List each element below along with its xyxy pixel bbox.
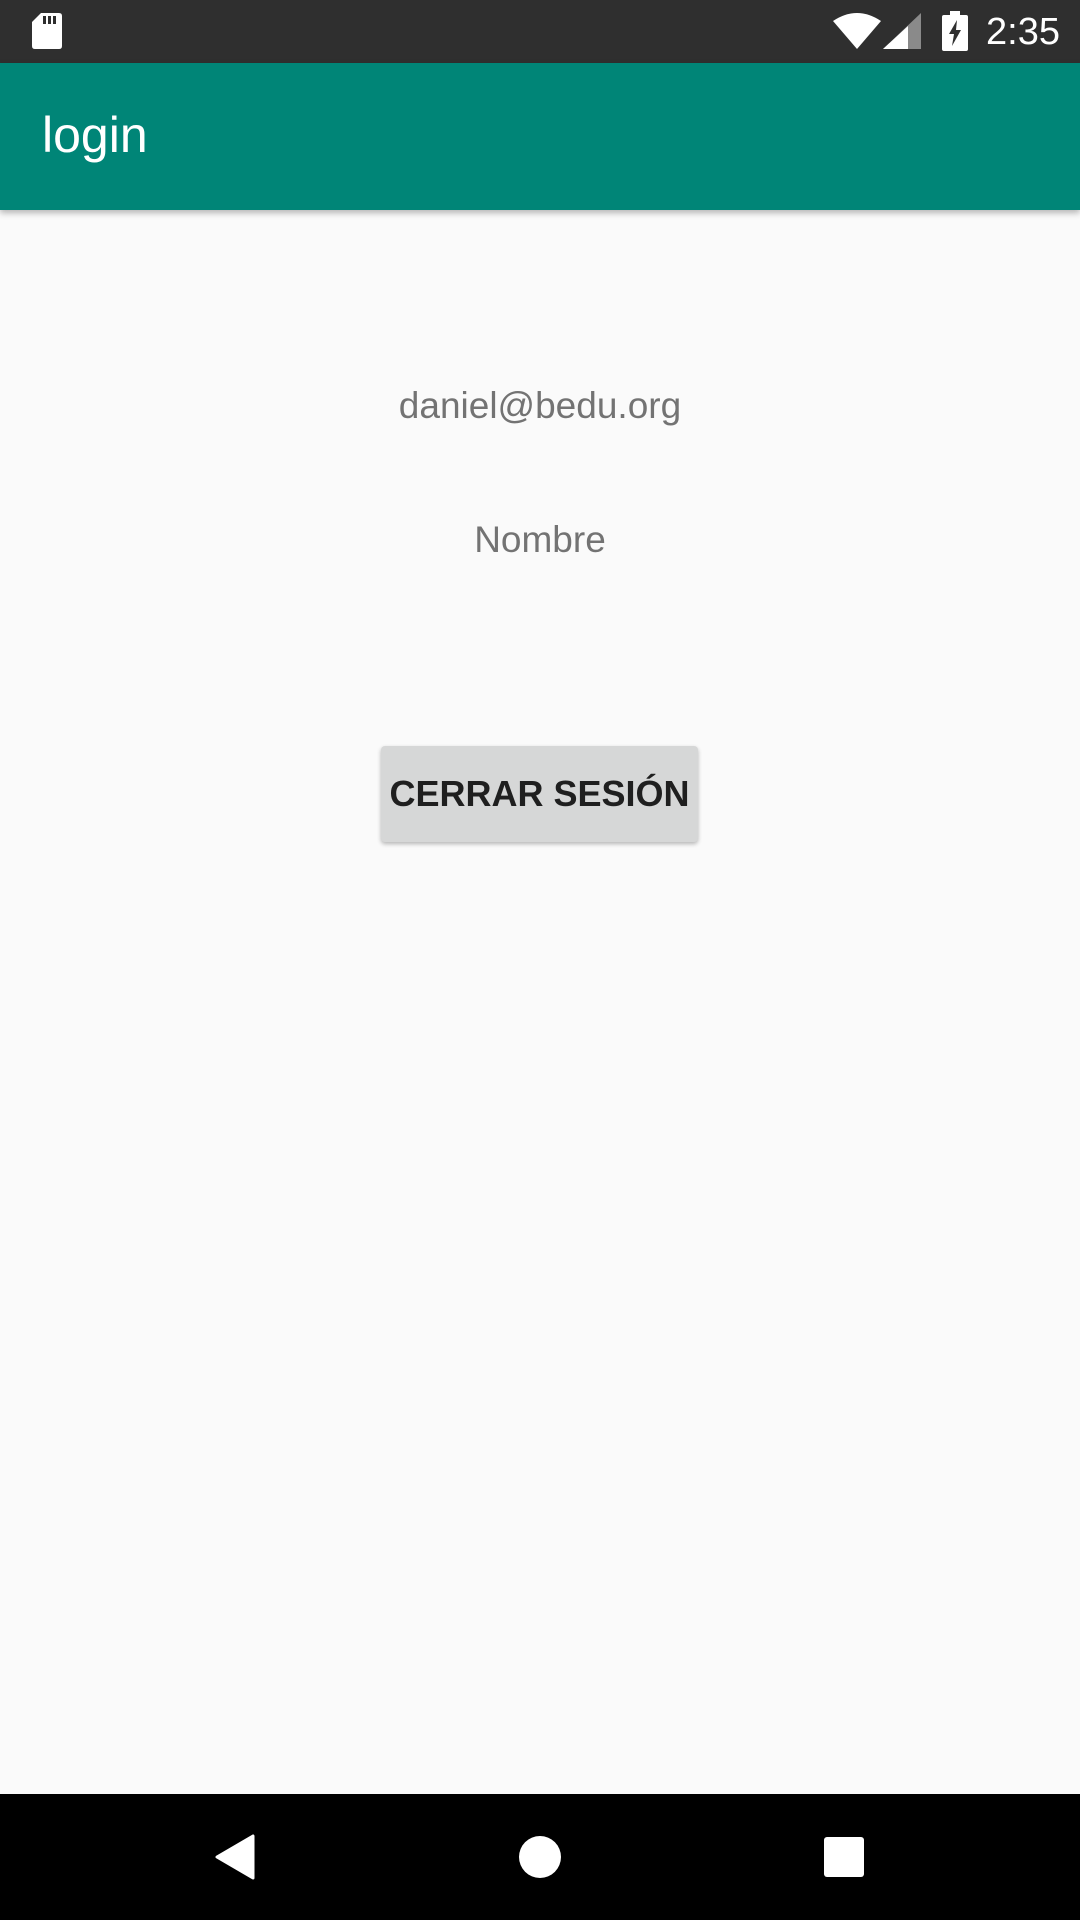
user-name: Nombre: [474, 519, 606, 560]
sd-card-icon: [32, 13, 62, 49]
home-icon[interactable]: [518, 1835, 562, 1879]
logout-button[interactable]: CERRAR SESIÓN: [381, 746, 698, 842]
wifi-icon: [833, 13, 881, 49]
back-icon[interactable]: [215, 1834, 255, 1880]
battery-charging-icon: [942, 11, 968, 51]
navigation-bar: [0, 1794, 1080, 1920]
user-email: daniel@bedu.org: [398, 385, 682, 426]
status-bar: 2:35: [0, 0, 1080, 63]
cell-signal-icon: [883, 13, 921, 49]
app-bar: login: [0, 63, 1080, 210]
status-clock: 2:35: [986, 11, 1060, 53]
app-title: login: [42, 107, 148, 163]
recents-icon[interactable]: [823, 1836, 865, 1878]
